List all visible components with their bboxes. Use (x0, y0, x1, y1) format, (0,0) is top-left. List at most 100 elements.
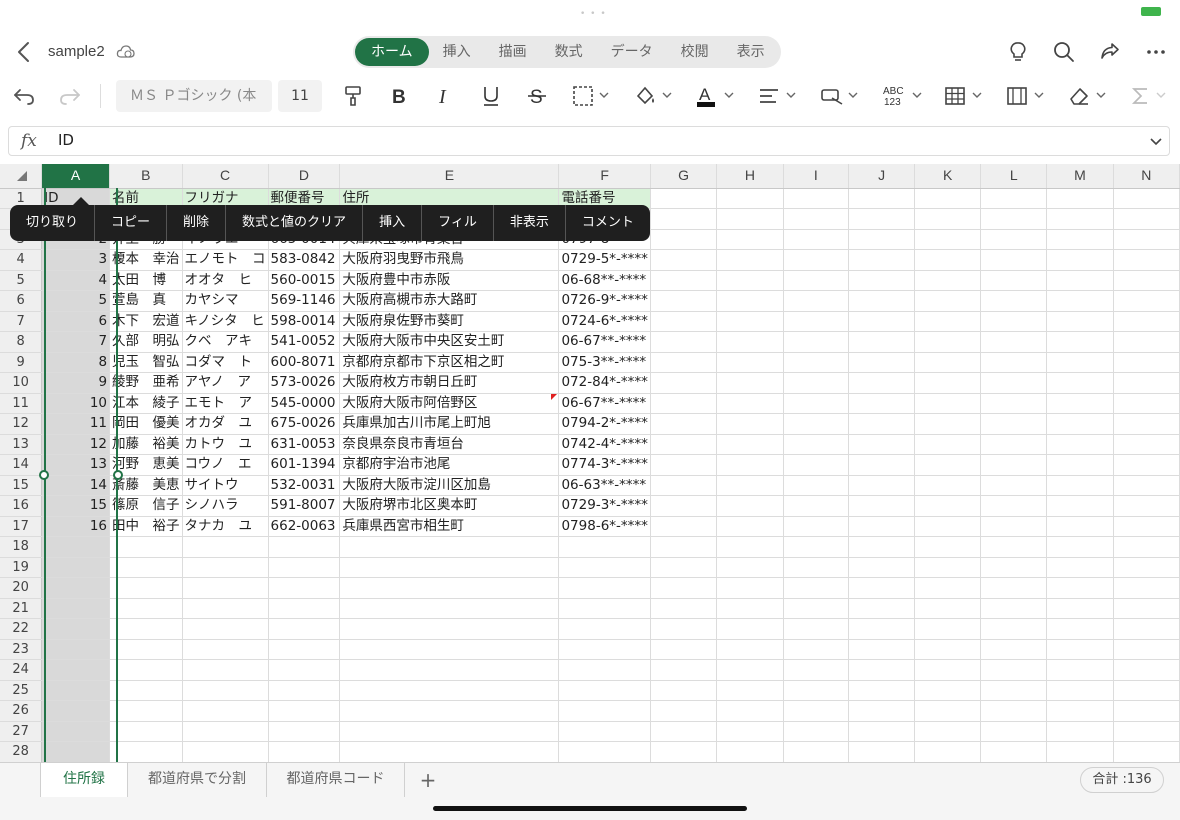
cell[interactable] (650, 659, 718, 681)
cell[interactable]: 0724-6*-**** (558, 311, 651, 332)
fill-color-icon[interactable] (634, 84, 656, 108)
menu-cut[interactable]: 切り取り (10, 205, 96, 241)
cell[interactable] (914, 249, 982, 271)
cell[interactable] (650, 741, 718, 762)
cell[interactable]: 075-3**-**** (558, 352, 651, 373)
cell[interactable]: 600-8071 (268, 352, 341, 373)
cell[interactable] (339, 639, 560, 660)
cell[interactable] (783, 557, 850, 578)
cell[interactable] (980, 393, 1048, 414)
cell[interactable]: 田中 裕子 (109, 516, 183, 537)
cell[interactable] (783, 393, 850, 414)
menu-delete[interactable]: 削除 (167, 205, 227, 241)
cell[interactable] (1046, 188, 1114, 209)
cell[interactable] (783, 700, 850, 722)
cell[interactable] (848, 352, 916, 373)
cell[interactable] (848, 290, 916, 312)
cell[interactable] (1046, 618, 1114, 640)
tab-view[interactable]: 表示 (723, 38, 779, 66)
cell[interactable] (339, 700, 560, 722)
cell[interactable] (650, 536, 718, 558)
cell[interactable] (980, 598, 1048, 619)
cell[interactable] (650, 639, 718, 660)
tab-data[interactable]: データ (597, 38, 667, 66)
cell[interactable] (558, 639, 651, 660)
column-header[interactable]: L (980, 164, 1048, 189)
cell[interactable]: 0726-9*-**** (558, 290, 651, 312)
row-header[interactable]: 7 (0, 311, 43, 332)
cell[interactable]: 8 (41, 352, 111, 373)
cell[interactable] (1046, 249, 1114, 271)
cell[interactable] (109, 598, 183, 619)
cell[interactable] (914, 331, 982, 353)
row-header[interactable]: 27 (0, 721, 43, 742)
cell[interactable] (716, 249, 784, 271)
cell[interactable] (1046, 311, 1114, 332)
cell[interactable] (268, 618, 341, 640)
cell[interactable]: 太田 博 (109, 270, 183, 291)
multitask-dots[interactable]: • • • (580, 9, 607, 19)
cell[interactable] (1113, 270, 1180, 291)
clear-dropdown-chevron-icon[interactable] (1096, 90, 1106, 100)
cell[interactable] (716, 290, 784, 312)
cell[interactable]: キノシタ ヒ (182, 311, 269, 332)
cell[interactable] (650, 413, 718, 435)
cell[interactable] (558, 598, 651, 619)
redo-icon[interactable] (58, 84, 82, 108)
cell[interactable] (41, 577, 111, 599)
cell[interactable] (650, 249, 718, 271)
cell[interactable] (1113, 475, 1180, 496)
cell[interactable]: 06-63**-**** (558, 475, 651, 496)
cell[interactable]: 15 (41, 495, 111, 517)
cell[interactable] (1113, 311, 1180, 332)
tab-draw[interactable]: 描画 (485, 38, 541, 66)
cell[interactable] (1046, 659, 1114, 681)
cell[interactable] (1046, 413, 1114, 435)
cell[interactable] (914, 495, 982, 517)
column-header[interactable]: I (783, 164, 850, 189)
column-header[interactable]: F (558, 164, 651, 189)
cell[interactable] (848, 208, 916, 230)
cell[interactable] (783, 721, 850, 742)
cell[interactable] (650, 434, 718, 455)
cell[interactable] (716, 229, 784, 250)
cell[interactable] (848, 229, 916, 250)
cell[interactable]: 631-0053 (268, 434, 341, 455)
cell[interactable] (914, 618, 982, 640)
cell[interactable] (1046, 454, 1114, 476)
cell[interactable] (650, 495, 718, 517)
menu-hide[interactable]: 非表示 (494, 205, 566, 241)
cell[interactable] (783, 413, 850, 435)
cell[interactable] (914, 577, 982, 599)
cell[interactable] (980, 352, 1048, 373)
cell[interactable] (182, 659, 269, 681)
cell[interactable] (980, 249, 1048, 271)
cell[interactable]: 京都府宇治市池尾 (339, 454, 560, 476)
cell[interactable] (914, 352, 982, 373)
cell[interactable] (914, 741, 982, 762)
cell[interactable] (716, 311, 784, 332)
cell[interactable]: 兵庫県加古川市尾上町旭 (339, 413, 560, 435)
cell[interactable] (980, 700, 1048, 722)
underline-icon[interactable] (480, 84, 502, 108)
cell[interactable] (41, 639, 111, 660)
tab-insert[interactable]: 挿入 (429, 38, 485, 66)
cell[interactable] (716, 741, 784, 762)
cell[interactable] (783, 331, 850, 353)
cell[interactable] (558, 557, 651, 578)
cell[interactable] (980, 270, 1048, 291)
cell[interactable] (783, 659, 850, 681)
wrap-text-icon[interactable] (820, 84, 844, 108)
cell[interactable]: 岡田 優美 (109, 413, 183, 435)
cell[interactable]: 兵庫県西宮市相生町 (339, 516, 560, 537)
cell[interactable] (109, 700, 183, 722)
cell[interactable] (716, 536, 784, 558)
cell[interactable] (1113, 516, 1180, 537)
cell[interactable] (41, 557, 111, 578)
column-header[interactable]: N (1113, 164, 1180, 189)
cell[interactable] (558, 536, 651, 558)
cell[interactable] (650, 680, 718, 701)
cell[interactable] (41, 680, 111, 701)
cell[interactable] (848, 331, 916, 353)
cell[interactable]: 0798-6*-**** (558, 516, 651, 537)
